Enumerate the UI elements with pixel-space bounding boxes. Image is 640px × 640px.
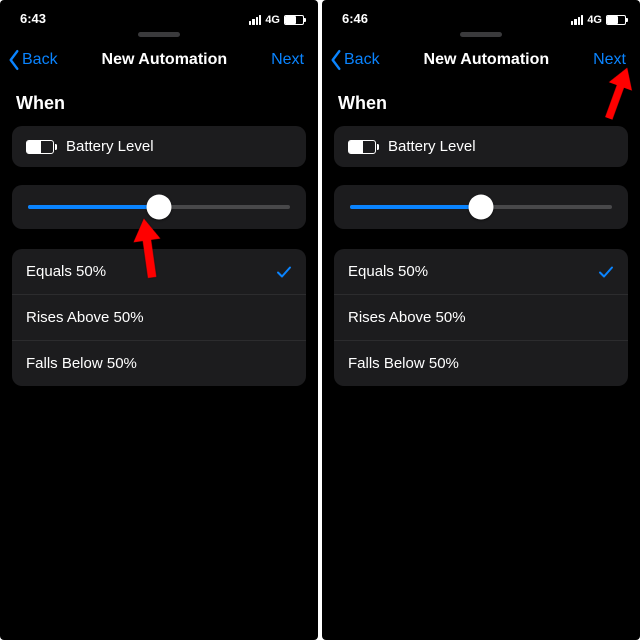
signal-icon — [571, 15, 583, 25]
check-icon — [598, 264, 614, 280]
battery-icon — [606, 15, 626, 25]
battery-level-icon — [348, 140, 376, 154]
battery-icon — [284, 15, 304, 25]
page-title: New Automation — [424, 51, 550, 69]
back-label: Back — [344, 51, 380, 69]
nav-bar: Back New Automation Next — [0, 37, 318, 81]
option-equals[interactable]: Equals 50% — [12, 249, 306, 295]
back-button[interactable]: Back — [328, 49, 380, 71]
next-button[interactable]: Next — [271, 51, 304, 69]
slider-fill — [28, 205, 159, 209]
condition-options: Equals 50% Rises Above 50% Falls Below 5… — [334, 249, 628, 386]
option-label: Equals 50% — [348, 263, 428, 280]
option-falls-below[interactable]: Falls Below 50% — [334, 341, 628, 386]
status-time: 6:46 — [342, 11, 368, 26]
back-label: Back — [22, 51, 58, 69]
option-label: Rises Above 50% — [26, 309, 144, 326]
option-label: Rises Above 50% — [348, 309, 466, 326]
section-when-label: When — [322, 81, 640, 126]
section-when-label: When — [0, 81, 318, 126]
trigger-label: Battery Level — [388, 138, 476, 155]
battery-slider[interactable] — [28, 205, 290, 209]
slider-thumb[interactable] — [147, 195, 172, 220]
chevron-left-icon — [328, 49, 344, 71]
condition-options: Equals 50% Rises Above 50% Falls Below 5… — [12, 249, 306, 386]
slider-card — [12, 185, 306, 229]
check-icon — [276, 264, 292, 280]
network-label: 4G — [265, 14, 280, 26]
chevron-left-icon — [6, 49, 22, 71]
option-equals[interactable]: Equals 50% — [334, 249, 628, 295]
slider-thumb[interactable] — [469, 195, 494, 220]
nav-bar: Back New Automation Next — [322, 37, 640, 81]
slider-card — [334, 185, 628, 229]
slider-fill — [350, 205, 481, 209]
option-falls-below[interactable]: Falls Below 50% — [12, 341, 306, 386]
option-rises-above[interactable]: Rises Above 50% — [12, 295, 306, 341]
battery-level-icon — [26, 140, 54, 154]
trigger-card[interactable]: Battery Level — [334, 126, 628, 167]
status-right: 4G — [249, 14, 304, 26]
option-label: Equals 50% — [26, 263, 106, 280]
trigger-card[interactable]: Battery Level — [12, 126, 306, 167]
battery-slider[interactable] — [350, 205, 612, 209]
status-time: 6:43 — [20, 11, 46, 26]
trigger-label: Battery Level — [66, 138, 154, 155]
network-label: 4G — [587, 14, 602, 26]
page-title: New Automation — [102, 51, 228, 69]
option-label: Falls Below 50% — [26, 355, 137, 372]
signal-icon — [249, 15, 261, 25]
option-rises-above[interactable]: Rises Above 50% — [334, 295, 628, 341]
status-right: 4G — [571, 14, 626, 26]
screenshot-left: 6:43 4G Back New Automation Next When Ba… — [0, 0, 318, 640]
option-label: Falls Below 50% — [348, 355, 459, 372]
next-button[interactable]: Next — [593, 51, 626, 69]
status-bar: 6:43 4G — [0, 0, 318, 28]
status-bar: 6:46 4G — [322, 0, 640, 28]
screenshot-right: 6:46 4G Back New Automation Next When Ba… — [322, 0, 640, 640]
back-button[interactable]: Back — [6, 49, 58, 71]
